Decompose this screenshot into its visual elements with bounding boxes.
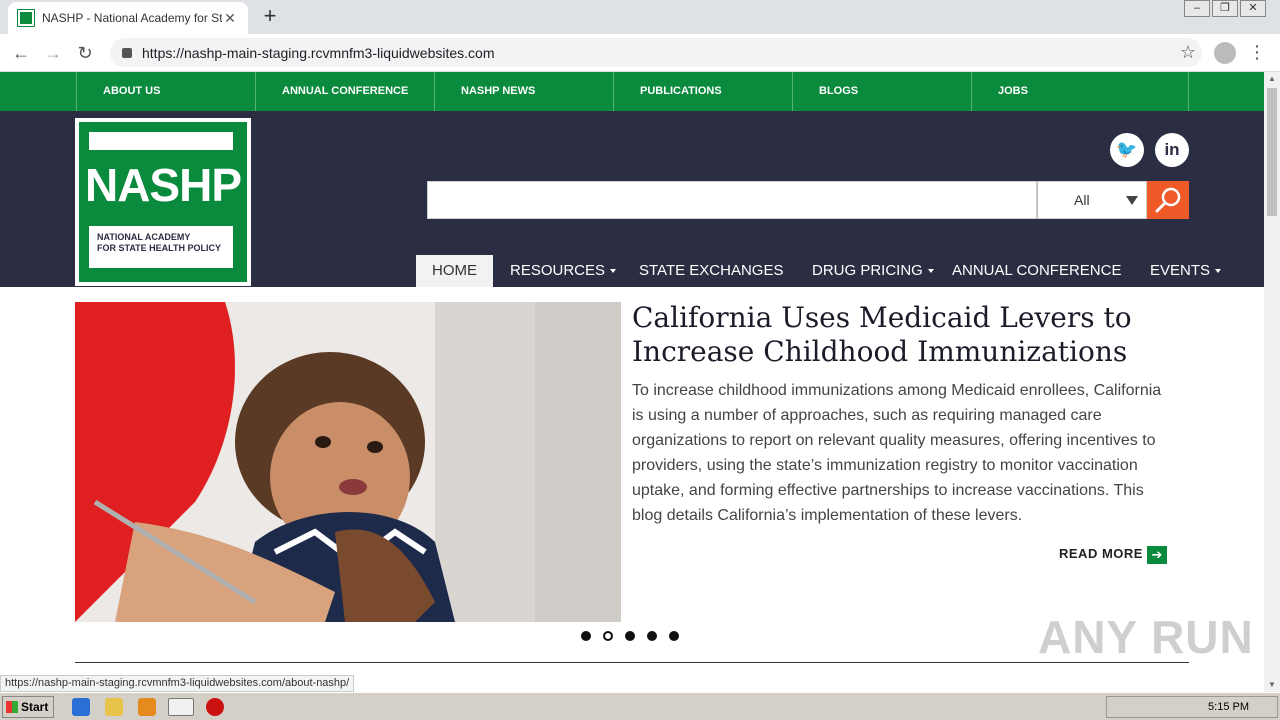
carousel-dot-2[interactable] bbox=[603, 631, 613, 641]
topnav-jobs[interactable]: JOBS bbox=[971, 72, 1189, 111]
bookmark-star-icon[interactable]: ☆ bbox=[1180, 42, 1196, 63]
search-input[interactable] bbox=[427, 181, 1037, 219]
topnav-nashp-news[interactable]: NASHP NEWS bbox=[434, 72, 614, 111]
nav-state-exchanges-label: STATE EXCHANGES bbox=[639, 262, 784, 279]
carousel-dot-3[interactable] bbox=[625, 631, 635, 641]
search-scope-value: All bbox=[1074, 192, 1090, 208]
minimize-button[interactable]: – bbox=[1184, 0, 1210, 17]
start-label: Start bbox=[21, 700, 49, 714]
forward-arrow-icon[interactable]: → bbox=[42, 42, 64, 64]
nav-resources-label: RESOURCES bbox=[510, 262, 606, 279]
search-scope-select[interactable]: All bbox=[1037, 181, 1147, 219]
topnav-blogs[interactable]: BLOGS bbox=[792, 72, 972, 111]
carousel-dot-4[interactable] bbox=[647, 631, 657, 641]
section-divider bbox=[75, 662, 1189, 663]
main-nav: HOME RESOURCES STATE EXCHANGES DRUG PRIC… bbox=[0, 255, 1264, 287]
clock: 5:15 PM bbox=[1208, 701, 1249, 713]
logo-name: NASHP bbox=[84, 159, 242, 211]
utility-nav: ABOUT US ANNUAL CONFERENCE NASHP NEWS PU… bbox=[0, 72, 1264, 111]
scroll-up-icon[interactable]: ▲ bbox=[1264, 72, 1280, 86]
nav-state-exchanges[interactable]: STATE EXCHANGES bbox=[639, 255, 783, 287]
url-bar[interactable]: https://nashp-main-staging.rcvmnfm3-liqu… bbox=[110, 38, 1202, 67]
read-more-link[interactable]: READ MORE bbox=[1059, 546, 1143, 561]
tab-title: NASHP - National Academy for State bbox=[42, 11, 222, 25]
topnav-about-us[interactable]: ABOUT US bbox=[76, 72, 256, 111]
nashp-favicon-icon bbox=[17, 9, 35, 27]
warning-icon[interactable] bbox=[206, 698, 224, 716]
window-controls: – ❐ ✕ bbox=[1182, 0, 1266, 18]
nav-drug-pricing[interactable]: DRUG PRICING bbox=[812, 255, 934, 287]
nav-divider bbox=[1188, 72, 1189, 111]
search-icon bbox=[1155, 187, 1181, 213]
anyrun-watermark: ANY RUN bbox=[1038, 611, 1254, 663]
carousel-dot-1[interactable] bbox=[581, 631, 591, 641]
nav-resources[interactable]: RESOURCES bbox=[510, 255, 617, 287]
site-header: NASHP NATIONAL ACADEMY FOR STATE HEALTH … bbox=[0, 111, 1264, 287]
child-vaccination-photo bbox=[75, 302, 621, 622]
os-taskbar: Start 5:15 PM bbox=[0, 692, 1280, 720]
twitter-icon[interactable]: 🐦 bbox=[1110, 133, 1144, 167]
arrow-right-icon[interactable]: ➔ bbox=[1147, 546, 1167, 564]
hero-image[interactable] bbox=[75, 302, 621, 622]
web-page: ABOUT US ANNUAL CONFERENCE NASHP NEWS PU… bbox=[0, 72, 1264, 692]
media-player-icon[interactable] bbox=[138, 698, 156, 716]
carousel-dot-5[interactable] bbox=[669, 631, 679, 641]
nav-annual-conference-label: ANNUAL CONFERENCE bbox=[952, 262, 1122, 279]
close-icon[interactable]: ✕ bbox=[222, 10, 238, 27]
chevron-down-icon bbox=[1126, 196, 1138, 205]
profile-avatar-icon[interactable] bbox=[1214, 42, 1236, 64]
logo-line-1: NATIONAL ACADEMY bbox=[97, 232, 191, 242]
browser-tabbar: NASHP - National Academy for State ✕ + –… bbox=[0, 0, 1280, 34]
page-scrollbar[interactable]: ▲ ▼ bbox=[1264, 72, 1280, 692]
caret-down-icon bbox=[1215, 269, 1222, 274]
topnav-annual-conference[interactable]: ANNUAL CONFERENCE bbox=[255, 72, 435, 111]
caret-down-icon bbox=[927, 269, 934, 274]
system-tray: 5:15 PM bbox=[1106, 696, 1278, 718]
carousel-dots bbox=[581, 631, 691, 641]
nav-home[interactable]: HOME bbox=[416, 255, 493, 287]
hero-summary: To increase childhood immunizations amon… bbox=[632, 382, 1162, 524]
nav-annual-conference[interactable]: ANNUAL CONFERENCE bbox=[952, 255, 1121, 287]
reload-icon[interactable]: ↻ bbox=[74, 42, 96, 64]
lock-icon bbox=[122, 47, 132, 58]
nav-home-label: HOME bbox=[432, 262, 477, 279]
menu-kebab-icon[interactable]: ⋮ bbox=[1248, 42, 1266, 63]
hero-title[interactable]: California Uses Medicaid Levers to Incre… bbox=[632, 301, 1192, 369]
linkedin-icon[interactable]: in bbox=[1155, 133, 1189, 167]
start-button[interactable]: Start bbox=[2, 696, 54, 718]
logo-line-2: FOR STATE HEALTH POLICY bbox=[97, 243, 221, 253]
chrome-taskbar-button[interactable] bbox=[168, 698, 194, 716]
scrollbar-thumb[interactable] bbox=[1267, 88, 1277, 216]
topnav-publications[interactable]: PUBLICATIONS bbox=[613, 72, 793, 111]
folder-icon[interactable] bbox=[105, 698, 123, 716]
browser-tab[interactable]: NASHP - National Academy for State ✕ bbox=[8, 2, 248, 34]
status-url: https://nashp-main-staging.rcvmnfm3-liqu… bbox=[0, 675, 355, 692]
back-arrow-icon[interactable]: ← bbox=[10, 42, 32, 64]
url-text: https://nashp-main-staging.rcvmnfm3-liqu… bbox=[142, 44, 495, 61]
logo-bar bbox=[89, 132, 233, 150]
restore-button[interactable]: ❐ bbox=[1212, 0, 1238, 17]
ie-icon[interactable] bbox=[72, 698, 90, 716]
windows-logo-icon bbox=[6, 701, 18, 713]
nav-events[interactable]: EVENTS bbox=[1150, 255, 1222, 287]
nav-events-label: EVENTS bbox=[1150, 262, 1211, 279]
close-window-button[interactable]: ✕ bbox=[1240, 0, 1266, 17]
caret-down-icon bbox=[610, 269, 617, 274]
new-tab-button[interactable]: + bbox=[258, 4, 282, 28]
search-button[interactable] bbox=[1147, 181, 1189, 219]
nav-drug-pricing-label: DRUG PRICING bbox=[812, 262, 923, 279]
scroll-down-icon[interactable]: ▼ bbox=[1264, 678, 1280, 692]
address-toolbar: ← → ↻ https://nashp-main-staging.rcvmnfm… bbox=[0, 34, 1280, 72]
